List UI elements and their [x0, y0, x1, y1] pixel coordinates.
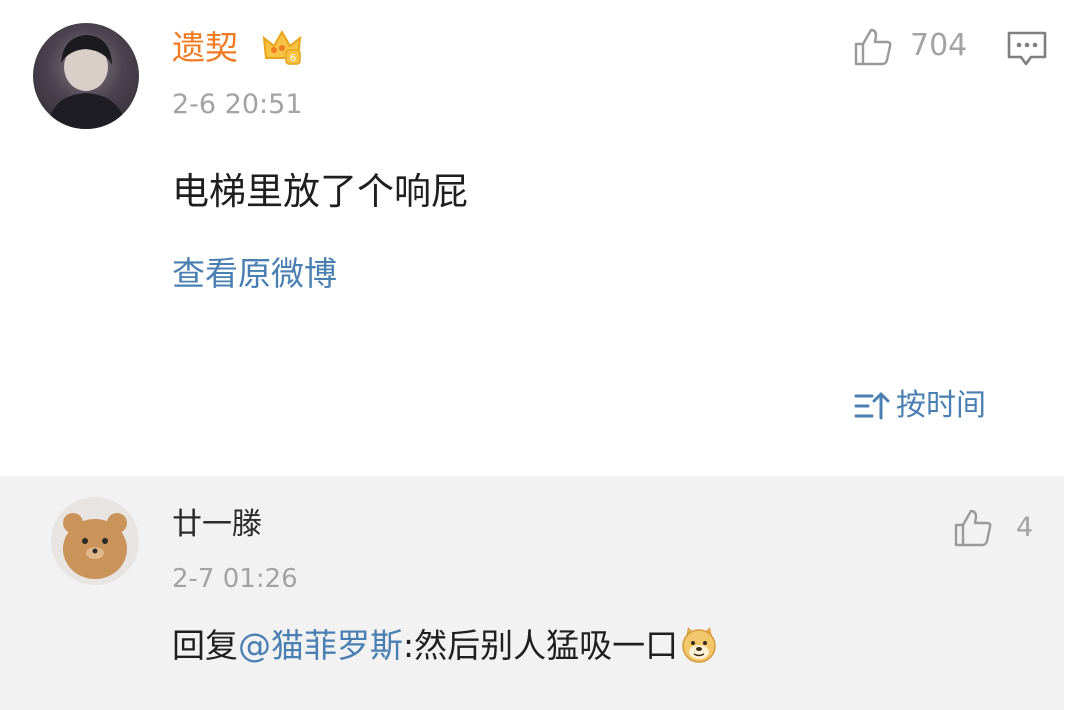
username[interactable]: 遗契	[172, 24, 238, 72]
doge-emoji-icon	[680, 625, 718, 663]
mention-link[interactable]: @猫菲罗斯	[238, 626, 403, 665]
reply-like-count: 4	[1016, 512, 1034, 543]
reply-username[interactable]: 廿一滕	[172, 503, 262, 547]
comment-time: 2-6 20:51	[172, 89, 303, 120]
reply-like-icon[interactable]	[952, 507, 994, 549]
sort-by-time-button[interactable]: 按时间	[896, 384, 986, 428]
reply-avatar[interactable]	[51, 497, 139, 585]
reply-text: :然后别人猛吸一口	[403, 626, 679, 665]
reply-comment-icon[interactable]	[1005, 29, 1049, 69]
like-icon[interactable]	[852, 26, 894, 68]
sort-icon[interactable]	[852, 388, 892, 424]
vip-crown-icon: 6	[262, 28, 302, 66]
comment-content: 电梯里放了个响屁	[172, 170, 468, 213]
right-edge	[1064, 0, 1080, 710]
like-count: 704	[910, 28, 968, 63]
reply-card	[0, 476, 1064, 710]
reply-avatar-image	[63, 513, 127, 579]
view-original-link[interactable]: 查看原微博	[172, 250, 337, 298]
reply-time: 2-7 01:26	[172, 564, 298, 594]
avatar-image	[47, 35, 127, 129]
svg-text:6: 6	[290, 53, 296, 64]
reply-content: 回复@猫菲罗斯:然后别人猛吸一口	[172, 622, 718, 670]
reply-prefix: 回复	[172, 626, 238, 665]
avatar[interactable]	[33, 23, 139, 129]
